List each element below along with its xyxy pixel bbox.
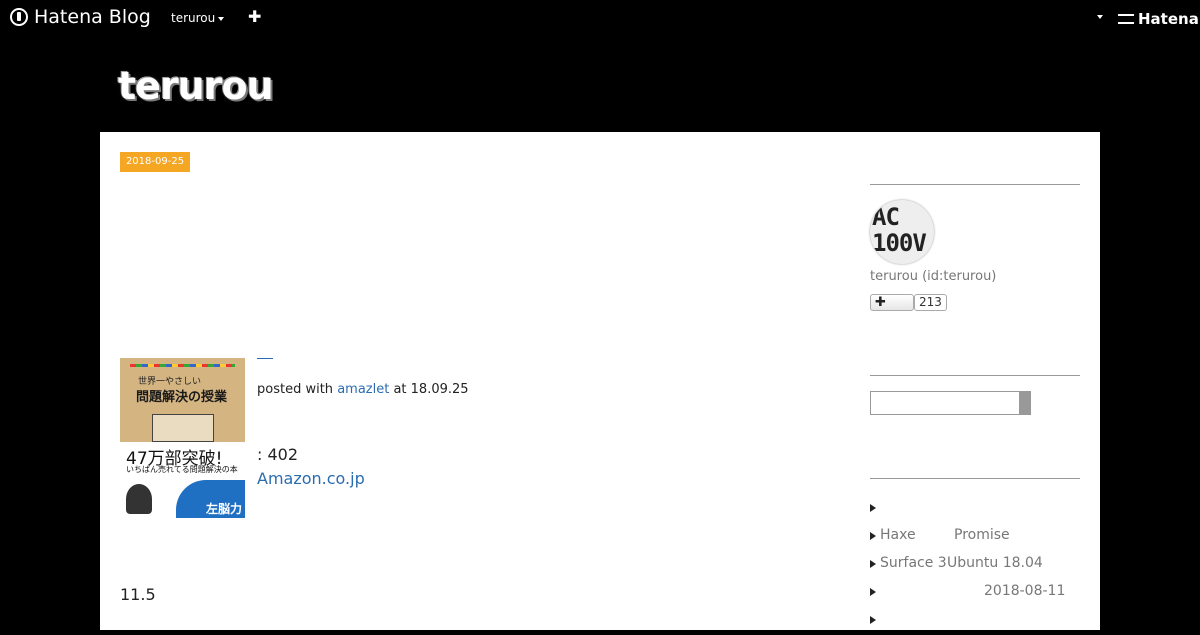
hatena-brand-text: Hatena: [1138, 10, 1199, 28]
entry-body-text: 11.5: [120, 585, 156, 604]
hatena-blog-logo[interactable]: Hatena Blog: [10, 6, 151, 28]
cover-character-icon: [126, 484, 152, 514]
plus-icon: ✚: [248, 7, 262, 26]
book-title-link[interactable]: [257, 358, 273, 373]
sidebar-divider: [870, 375, 1080, 376]
cover-sub-text: いちばん売れてる問題解決の本: [126, 465, 238, 474]
posted-suffix: at 18.09.25: [393, 382, 469, 397]
cover-color-band: [130, 364, 235, 367]
triangle-right-icon: [870, 588, 876, 596]
user-name: terurou: [171, 11, 216, 25]
logo-text: Hatena Blog: [34, 6, 151, 28]
entry-date[interactable]: 2018-09-25: [120, 152, 190, 172]
book-cover-image[interactable]: 世界一やさしい 問題解決の授業 47万部突破! いちばん売れてる問題解決の本 左…: [120, 358, 245, 518]
triangle-right-icon: [870, 616, 876, 624]
avatar-text: AC 100V: [872, 203, 927, 257]
cover-badge: 左脳力: [176, 480, 245, 518]
search-button[interactable]: [1019, 391, 1031, 415]
hatena-menu-link[interactable]: Hatena: [1118, 10, 1199, 28]
content-panel: 2018-09-25 世界一やさしい 問題解決の授業 47万部突破! いちばん売…: [100, 132, 1100, 630]
avatar[interactable]: AC 100V: [870, 200, 934, 264]
subscribe-button[interactable]: ✚: [870, 294, 914, 311]
cover-title: 問題解決の授業: [136, 390, 228, 405]
recent-entry[interactable]: [870, 495, 1080, 523]
amazon-link[interactable]: Amazon.co.jp: [257, 469, 365, 488]
hatena-mark-icon: [1118, 14, 1134, 24]
posted-with: posted with amazlet at 18.09.25: [257, 382, 469, 397]
blog-title[interactable]: terurou: [118, 64, 274, 108]
search-input[interactable]: [870, 391, 1020, 415]
book-pages: : 402: [257, 445, 299, 464]
add-button[interactable]: ✚: [248, 7, 261, 26]
sidebar-divider: [870, 184, 1080, 185]
triangle-right-icon: [870, 560, 876, 568]
user-menu[interactable]: terurou: [171, 11, 225, 25]
sidebar-divider: [870, 478, 1080, 479]
profile-name[interactable]: terurou (id:terurou): [870, 269, 996, 284]
chevron-down-icon: [218, 16, 225, 21]
recent-entry[interactable]: 2018-08-11: [870, 579, 1080, 607]
posted-prefix: posted with: [257, 382, 334, 397]
recent-entry[interactable]: Surface 3 Ubuntu 18.04: [870, 551, 1080, 579]
chevron-down-icon[interactable]: [1097, 15, 1103, 19]
triangle-right-icon: [870, 532, 876, 540]
book-cover-top: 世界一やさしい 問題解決の授業: [120, 358, 245, 442]
triangle-right-icon: [870, 504, 876, 512]
plus-icon: ✚: [875, 295, 886, 310]
cover-illustration: [152, 414, 214, 442]
hatena-logo-icon: [10, 8, 28, 26]
recent-entry[interactable]: Haxe Promise: [870, 523, 1080, 551]
global-header: Hatena Blog terurou ✚ Hatena: [0, 0, 1200, 36]
recent-entries-list: Haxe Promise Surface 3 Ubuntu 18.04 2018…: [870, 495, 1080, 635]
recent-entry[interactable]: [870, 607, 1080, 635]
subscriber-count[interactable]: 213: [914, 294, 947, 311]
amazlet-link[interactable]: amazlet: [337, 382, 389, 397]
